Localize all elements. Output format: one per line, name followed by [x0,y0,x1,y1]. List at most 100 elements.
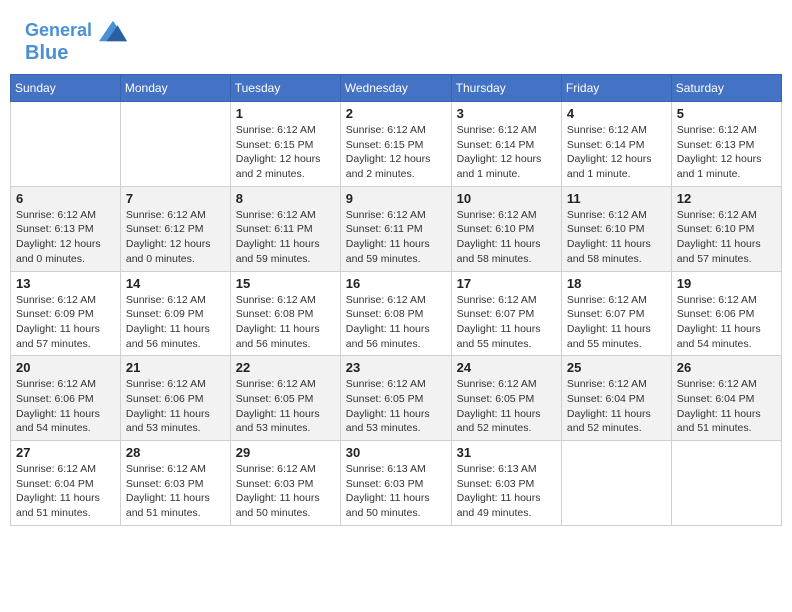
day-info: Sunrise: 6:12 AM Sunset: 6:15 PM Dayligh… [236,123,335,182]
day-info: Sunrise: 6:12 AM Sunset: 6:09 PM Dayligh… [16,293,115,352]
calendar-cell: 1 Sunrise: 6:12 AM Sunset: 6:15 PM Daylig… [230,102,340,187]
day-number: 3 [457,106,556,121]
calendar-cell: 14 Sunrise: 6:12 AM Sunset: 6:09 PM Dayli… [120,271,230,356]
calendar-cell: 6Sunrise: 6:12 AM Sunset: 6:13 PM Daylig… [11,186,121,271]
day-info: Sunrise: 6:12 AM Sunset: 6:15 PM Dayligh… [346,123,446,182]
day-info: Sunrise: 6:12 AM Sunset: 6:14 PM Dayligh… [457,123,556,182]
calendar-cell [11,102,121,187]
day-info: Sunrise: 6:12 AM Sunset: 6:04 PM Dayligh… [677,377,776,436]
weekday-header-tuesday: Tuesday [230,75,340,102]
day-info: Sunrise: 6:12 AM Sunset: 6:08 PM Dayligh… [236,293,335,352]
day-number: 1 [236,106,335,121]
day-info: Sunrise: 6:12 AM Sunset: 6:04 PM Dayligh… [16,462,115,521]
calendar-cell: 20 Sunrise: 6:12 AM Sunset: 6:06 PM Dayli… [11,356,121,441]
day-number: 9 [346,191,446,206]
day-info: Sunrise: 6:12 AM Sunset: 6:11 PM Dayligh… [236,208,335,267]
logo: General Blue [25,20,127,64]
logo-text: General [25,20,127,42]
day-info: Sunrise: 6:12 AM Sunset: 6:09 PM Dayligh… [126,293,225,352]
calendar-cell: 28 Sunrise: 6:12 AM Sunset: 6:03 PM Dayli… [120,441,230,526]
day-info: Sunrise: 6:12 AM Sunset: 6:05 PM Dayligh… [236,377,335,436]
day-number: 26 [677,360,776,375]
calendar-cell: 29 Sunrise: 6:12 AM Sunset: 6:03 PM Dayli… [230,441,340,526]
calendar-cell [561,441,671,526]
day-info: Sunrise: 6:12 AM Sunset: 6:05 PM Dayligh… [346,377,446,436]
day-number: 12 [677,191,776,206]
day-number: 19 [677,276,776,291]
calendar-cell: 15 Sunrise: 6:12 AM Sunset: 6:08 PM Dayli… [230,271,340,356]
calendar-week-4: 20 Sunrise: 6:12 AM Sunset: 6:06 PM Dayli… [11,356,782,441]
day-number: 15 [236,276,335,291]
calendar-cell: 3 Sunrise: 6:12 AM Sunset: 6:14 PM Daylig… [451,102,561,187]
day-number: 20 [16,360,115,375]
calendar-week-1: 1 Sunrise: 6:12 AM Sunset: 6:15 PM Daylig… [11,102,782,187]
day-number: 4 [567,106,666,121]
day-number: 14 [126,276,225,291]
day-info: Sunrise: 6:12 AM Sunset: 6:03 PM Dayligh… [236,462,335,521]
day-number: 2 [346,106,446,121]
calendar-cell: 12 Sunrise: 6:12 AM Sunset: 6:10 PM Dayli… [671,186,781,271]
day-info: Sunrise: 6:12 AM Sunset: 6:03 PM Dayligh… [126,462,225,521]
day-info: Sunrise: 6:12 AM Sunset: 6:10 PM Dayligh… [567,208,666,267]
calendar-cell: 2 Sunrise: 6:12 AM Sunset: 6:15 PM Daylig… [340,102,451,187]
calendar-cell: 10 Sunrise: 6:12 AM Sunset: 6:10 PM Dayli… [451,186,561,271]
day-number: 31 [457,445,556,460]
day-info: Sunrise: 6:12 AM Sunset: 6:10 PM Dayligh… [677,208,776,267]
weekday-header-friday: Friday [561,75,671,102]
day-number: 27 [16,445,115,460]
calendar-cell: 11Sunrise: 6:12 AM Sunset: 6:10 PM Dayli… [561,186,671,271]
day-info: Sunrise: 6:12 AM Sunset: 6:07 PM Dayligh… [567,293,666,352]
weekday-header-thursday: Thursday [451,75,561,102]
calendar-body: 1 Sunrise: 6:12 AM Sunset: 6:15 PM Daylig… [11,102,782,526]
day-number: 16 [346,276,446,291]
day-number: 5 [677,106,776,121]
day-info: Sunrise: 6:12 AM Sunset: 6:08 PM Dayligh… [346,293,446,352]
day-number: 22 [236,360,335,375]
calendar-cell [120,102,230,187]
day-info: Sunrise: 6:12 AM Sunset: 6:07 PM Dayligh… [457,293,556,352]
day-number: 21 [126,360,225,375]
day-number: 10 [457,191,556,206]
calendar-week-5: 27 Sunrise: 6:12 AM Sunset: 6:04 PM Dayli… [11,441,782,526]
day-info: Sunrise: 6:12 AM Sunset: 6:14 PM Dayligh… [567,123,666,182]
day-info: Sunrise: 6:12 AM Sunset: 6:05 PM Dayligh… [457,377,556,436]
day-info: Sunrise: 6:12 AM Sunset: 6:13 PM Dayligh… [677,123,776,182]
calendar-cell: 4 Sunrise: 6:12 AM Sunset: 6:14 PM Daylig… [561,102,671,187]
day-info: Sunrise: 6:12 AM Sunset: 6:12 PM Dayligh… [126,208,225,267]
calendar-cell: 17 Sunrise: 6:12 AM Sunset: 6:07 PM Dayli… [451,271,561,356]
day-info: Sunrise: 6:12 AM Sunset: 6:06 PM Dayligh… [677,293,776,352]
calendar-table: SundayMondayTuesdayWednesdayThursdayFrid… [10,74,782,526]
day-number: 24 [457,360,556,375]
day-info: Sunrise: 6:12 AM Sunset: 6:10 PM Dayligh… [457,208,556,267]
weekday-header-saturday: Saturday [671,75,781,102]
day-number: 17 [457,276,556,291]
calendar-cell: 31 Sunrise: 6:13 AM Sunset: 6:03 PM Dayli… [451,441,561,526]
calendar-cell: 13 Sunrise: 6:12 AM Sunset: 6:09 PM Dayli… [11,271,121,356]
weekday-header-sunday: Sunday [11,75,121,102]
calendar-cell: 21 Sunrise: 6:12 AM Sunset: 6:06 PM Dayli… [120,356,230,441]
calendar-cell: 27 Sunrise: 6:12 AM Sunset: 6:04 PM Dayli… [11,441,121,526]
day-info: Sunrise: 6:12 AM Sunset: 6:13 PM Dayligh… [16,208,115,267]
calendar-cell: 24 Sunrise: 6:12 AM Sunset: 6:05 PM Dayli… [451,356,561,441]
day-number: 30 [346,445,446,460]
day-info: Sunrise: 6:13 AM Sunset: 6:03 PM Dayligh… [346,462,446,521]
weekday-header-monday: Monday [120,75,230,102]
logo-blue-text: Blue [25,42,127,64]
day-info: Sunrise: 6:12 AM Sunset: 6:11 PM Dayligh… [346,208,446,267]
weekday-header-wednesday: Wednesday [340,75,451,102]
day-info: Sunrise: 6:12 AM Sunset: 6:06 PM Dayligh… [16,377,115,436]
day-number: 25 [567,360,666,375]
day-info: Sunrise: 6:13 AM Sunset: 6:03 PM Dayligh… [457,462,556,521]
day-number: 29 [236,445,335,460]
calendar-cell: 9 Sunrise: 6:12 AM Sunset: 6:11 PM Daylig… [340,186,451,271]
calendar-cell: 16 Sunrise: 6:12 AM Sunset: 6:08 PM Dayli… [340,271,451,356]
calendar-cell: 30 Sunrise: 6:13 AM Sunset: 6:03 PM Dayli… [340,441,451,526]
calendar-cell: 19 Sunrise: 6:12 AM Sunset: 6:06 PM Dayli… [671,271,781,356]
calendar-cell [671,441,781,526]
day-number: 28 [126,445,225,460]
day-number: 8 [236,191,335,206]
calendar-week-3: 13 Sunrise: 6:12 AM Sunset: 6:09 PM Dayli… [11,271,782,356]
day-number: 23 [346,360,446,375]
day-info: Sunrise: 6:12 AM Sunset: 6:06 PM Dayligh… [126,377,225,436]
day-number: 13 [16,276,115,291]
